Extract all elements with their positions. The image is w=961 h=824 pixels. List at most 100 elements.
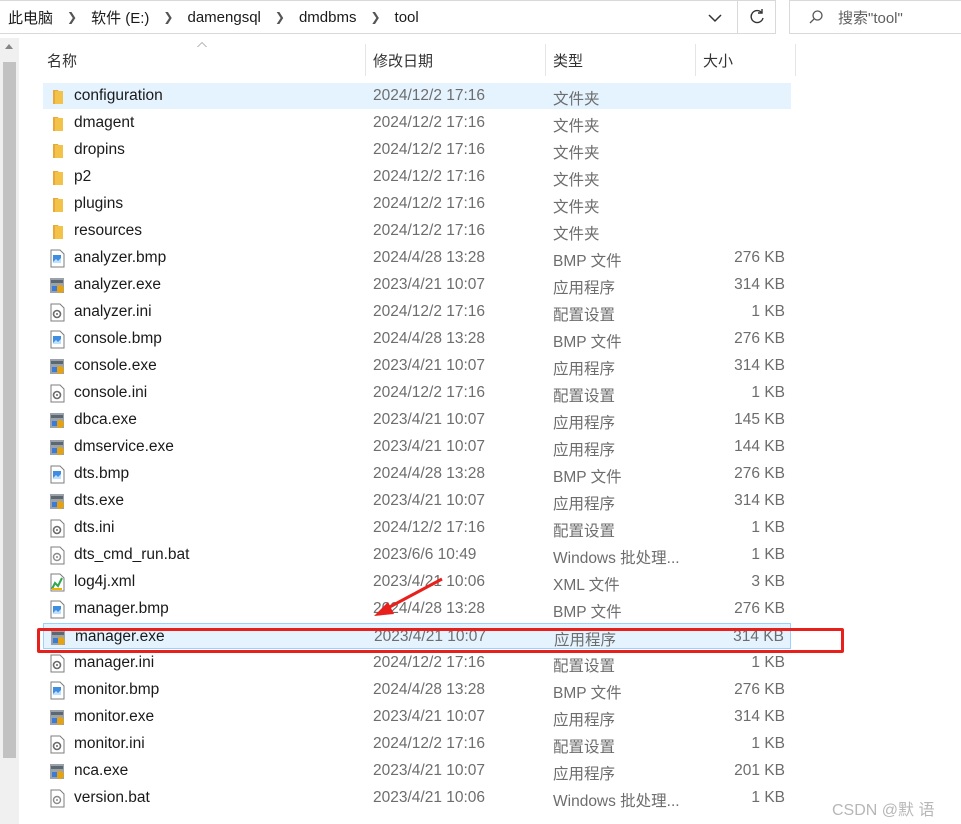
file-row[interactable]: manager.bmp 2024/4/28 13:28 BMP 文件 276 KB <box>43 596 791 622</box>
file-row[interactable]: analyzer.exe 2023/4/21 10:07 应用程序 314 KB <box>43 272 791 298</box>
chevron-right-icon[interactable]: ❯ <box>275 10 285 24</box>
file-row[interactable]: manager.exe 2023/4/21 10:07 应用程序 314 KB <box>43 623 791 649</box>
file-type: 应用程序 <box>553 415 616 432</box>
file-row[interactable]: monitor.exe 2023/4/21 10:07 应用程序 314 KB <box>43 704 791 730</box>
file-row[interactable]: dmservice.exe 2023/4/21 10:07 应用程序 144 KB <box>43 434 791 460</box>
file-row[interactable]: configuration 2024/12/2 17:16 文件夹 <box>43 83 791 109</box>
file-row[interactable]: version.bat 2023/4/21 10:06 Windows 批处理...… <box>43 785 791 811</box>
file-size: 276 KB <box>734 465 785 482</box>
file-modified-date: 2023/4/21 10:07 <box>373 762 486 779</box>
file-size: 314 KB <box>734 357 785 374</box>
column-header-date[interactable]: 修改日期 <box>365 44 545 76</box>
file-modified-date: 2023/4/21 10:07 <box>373 276 486 293</box>
file-row[interactable]: analyzer.ini 2024/12/2 17:16 配置设置 1 KB <box>43 299 791 325</box>
file-modified-date: 2024/12/2 17:16 <box>373 222 486 239</box>
file-row[interactable]: manager.ini 2024/12/2 17:16 配置设置 1 KB <box>43 650 791 676</box>
file-size: 1 KB <box>751 789 785 806</box>
breadcrumb-tool[interactable]: tool <box>395 9 419 26</box>
file-type: 文件夹 <box>553 226 600 243</box>
file-modified-date: 2024/12/2 17:16 <box>373 195 486 212</box>
file-type: 应用程序 <box>553 361 616 378</box>
file-size: 314 KB <box>734 492 785 509</box>
file-modified-date: 2023/4/21 10:07 <box>373 357 486 374</box>
file-modified-date: 2024/12/2 17:16 <box>373 654 486 671</box>
chevron-right-icon[interactable]: ❯ <box>163 10 173 24</box>
file-row[interactable]: p2 2024/12/2 17:16 文件夹 <box>43 164 791 190</box>
file-modified-date: 2024/4/28 13:28 <box>373 249 486 266</box>
exe-file-icon <box>50 628 67 647</box>
file-type: 文件夹 <box>553 199 600 216</box>
chevron-down-icon[interactable] <box>704 9 726 27</box>
file-row[interactable]: dts.ini 2024/12/2 17:16 配置设置 1 KB <box>43 515 791 541</box>
file-row[interactable]: console.ini 2024/12/2 17:16 配置设置 1 KB <box>43 380 791 406</box>
folder-icon <box>49 87 66 106</box>
exe-file-icon <box>49 708 66 727</box>
breadcrumb-dmdbms[interactable]: dmdbms <box>299 9 357 26</box>
ini-file-icon <box>49 519 66 538</box>
file-name: analyzer.bmp <box>74 249 167 266</box>
file-name: resources <box>74 222 143 239</box>
file-name: monitor.bmp <box>74 681 160 698</box>
file-row[interactable]: dts.exe 2023/4/21 10:07 应用程序 314 KB <box>43 488 791 514</box>
chevron-right-icon[interactable]: ❯ <box>370 10 380 24</box>
file-row[interactable]: monitor.bmp 2024/4/28 13:28 BMP 文件 276 KB <box>43 677 791 703</box>
file-type: 应用程序 <box>553 766 616 783</box>
refresh-button[interactable] <box>738 0 776 34</box>
exe-file-icon <box>49 411 66 430</box>
ini-file-icon <box>49 735 66 754</box>
file-type: XML 文件 <box>553 577 620 594</box>
file-name: dts.bmp <box>74 465 130 482</box>
file-row[interactable]: dts.bmp 2024/4/28 13:28 BMP 文件 276 KB <box>43 461 791 487</box>
breadcrumb-this-pc[interactable]: 此电脑 <box>8 7 53 28</box>
bmp-file-icon <box>49 465 66 484</box>
exe-file-icon <box>49 762 66 781</box>
file-modified-date: 2024/4/28 13:28 <box>373 681 486 698</box>
toolbar: 此电脑 ❯ 软件 (E:) ❯ damengsql ❯ dmdbms ❯ too… <box>0 0 961 36</box>
file-size: 3 KB <box>751 573 785 590</box>
file-modified-date: 2024/4/28 13:28 <box>373 465 486 482</box>
file-modified-date: 2024/12/2 17:16 <box>373 735 486 752</box>
file-row[interactable]: analyzer.bmp 2024/4/28 13:28 BMP 文件 276 KB <box>43 245 791 271</box>
file-row[interactable]: dmagent 2024/12/2 17:16 文件夹 <box>43 110 791 136</box>
file-type: BMP 文件 <box>553 604 622 621</box>
file-name: dts_cmd_run.bat <box>74 546 190 563</box>
file-size: 1 KB <box>751 303 785 320</box>
file-row[interactable]: log4j.xml 2023/4/21 10:06 XML 文件 3 KB <box>43 569 791 595</box>
file-row[interactable]: dbca.exe 2023/4/21 10:07 应用程序 145 KB <box>43 407 791 433</box>
column-divider[interactable] <box>795 44 796 76</box>
file-row[interactable]: monitor.ini 2024/12/2 17:16 配置设置 1 KB <box>43 731 791 757</box>
column-header-type[interactable]: 类型 <box>545 44 695 76</box>
file-type: 文件夹 <box>553 91 600 108</box>
file-size: 1 KB <box>751 384 785 401</box>
file-row[interactable]: console.bmp 2024/4/28 13:28 BMP 文件 276 KB <box>43 326 791 352</box>
file-row[interactable]: dts_cmd_run.bat 2023/6/6 10:49 Windows 批处理… <box>43 542 791 568</box>
file-name: monitor.exe <box>74 708 155 725</box>
file-name: plugins <box>74 195 124 212</box>
file-size: 314 KB <box>734 276 785 293</box>
file-row[interactable]: plugins 2024/12/2 17:16 文件夹 <box>43 191 791 217</box>
file-row[interactable]: resources 2024/12/2 17:16 文件夹 <box>43 218 791 244</box>
column-header-name[interactable]: 名称 <box>39 44 365 76</box>
column-header-size[interactable]: 大小 <box>695 44 795 76</box>
file-row[interactable]: nca.exe 2023/4/21 10:07 应用程序 201 KB <box>43 758 791 784</box>
search-placeholder: 搜索"tool" <box>838 9 903 27</box>
file-row[interactable]: console.exe 2023/4/21 10:07 应用程序 314 KB <box>43 353 791 379</box>
chevron-right-icon[interactable]: ❯ <box>67 10 77 24</box>
exe-file-icon <box>49 492 66 511</box>
bat-file-icon <box>49 546 66 565</box>
ini-file-icon <box>49 303 66 322</box>
address-bar[interactable]: 此电脑 ❯ 软件 (E:) ❯ damengsql ❯ dmdbms ❯ too… <box>0 0 738 34</box>
file-modified-date: 2024/12/2 17:16 <box>373 87 486 104</box>
file-size: 314 KB <box>733 628 784 645</box>
scrollbar-thumb[interactable] <box>3 62 16 758</box>
scroll-up-icon[interactable] <box>5 44 13 49</box>
file-modified-date: 2023/4/21 10:06 <box>373 789 486 806</box>
breadcrumb-damengsql[interactable]: damengsql <box>187 9 260 26</box>
vertical-scrollbar[interactable] <box>0 38 19 824</box>
breadcrumb-drive[interactable]: 软件 (E:) <box>91 7 149 28</box>
xml-file-icon <box>49 573 66 592</box>
search-box[interactable]: 搜索"tool" <box>789 0 961 34</box>
file-type: BMP 文件 <box>553 253 622 270</box>
file-type: 配置设置 <box>553 658 616 675</box>
file-row[interactable]: dropins 2024/12/2 17:16 文件夹 <box>43 137 791 163</box>
